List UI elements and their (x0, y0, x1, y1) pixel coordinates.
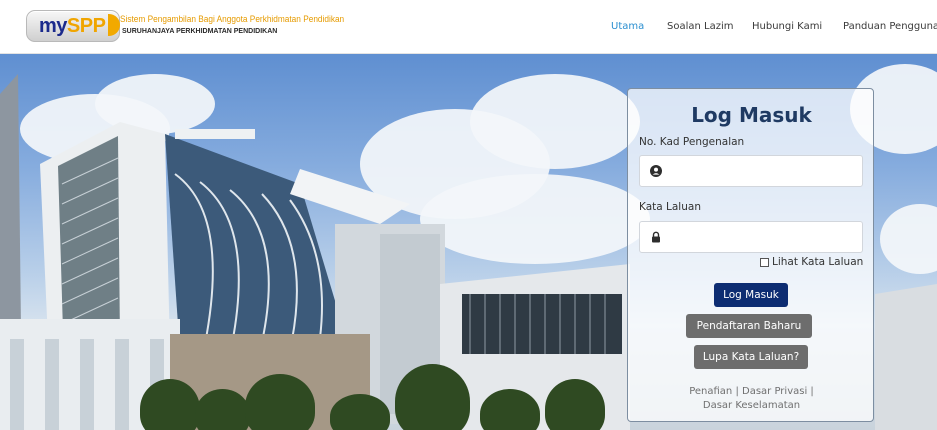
login-button[interactable]: Log Masuk (714, 283, 788, 307)
nav-item-soalan-lazim[interactable]: Soalan Lazim (667, 20, 733, 34)
security-policy-link[interactable]: Dasar Keselamatan (703, 400, 800, 411)
nav-item-panduan-pengguna[interactable]: Panduan Pengguna (843, 20, 937, 34)
tree-shape (245, 374, 315, 430)
tree-shape (545, 379, 605, 430)
password-field[interactable] (639, 221, 863, 253)
lock-icon (652, 231, 660, 243)
show-password-checkbox[interactable] (760, 258, 769, 267)
disclaimer-link[interactable]: Penafian (689, 386, 732, 397)
privacy-policy-link[interactable]: Dasar Privasi (742, 386, 807, 397)
show-password-label: Lihat Kata Laluan (772, 256, 864, 268)
forgot-password-button[interactable]: Lupa Kata Laluan? (694, 345, 808, 369)
register-button[interactable]: Pendaftaran Baharu (686, 314, 812, 338)
ic-number-label: No. Kad Pengenalan (639, 136, 745, 148)
login-title: Log Masuk (691, 103, 812, 127)
footer-separator: | (810, 386, 814, 397)
top-header: mySPP Sistem Pengambilan Bagi Anggota Pe… (0, 0, 937, 54)
footer-links: Penafian | Dasar Privasi | Dasar Keselam… (628, 385, 875, 413)
ic-number-input[interactable] (670, 160, 856, 182)
footer-separator: | (735, 386, 739, 397)
password-label: Kata Laluan (639, 201, 701, 213)
user-circle-icon (650, 165, 662, 177)
password-input[interactable] (670, 226, 856, 248)
login-panel: Log Masuk No. Kad Pengenalan Kata Laluan… (627, 88, 874, 422)
show-password-toggle[interactable]: Lihat Kata Laluan (760, 256, 865, 270)
tree-shape (140, 379, 200, 430)
ic-number-field[interactable] (639, 155, 863, 187)
nav-item-utama[interactable]: Utama (611, 20, 644, 34)
nav-item-hubungi-kami[interactable]: Hubungi Kami (752, 20, 822, 34)
main-nav: Utama Soalan Lazim Hubungi Kami Panduan … (0, 20, 937, 36)
tree-shape (395, 364, 470, 430)
